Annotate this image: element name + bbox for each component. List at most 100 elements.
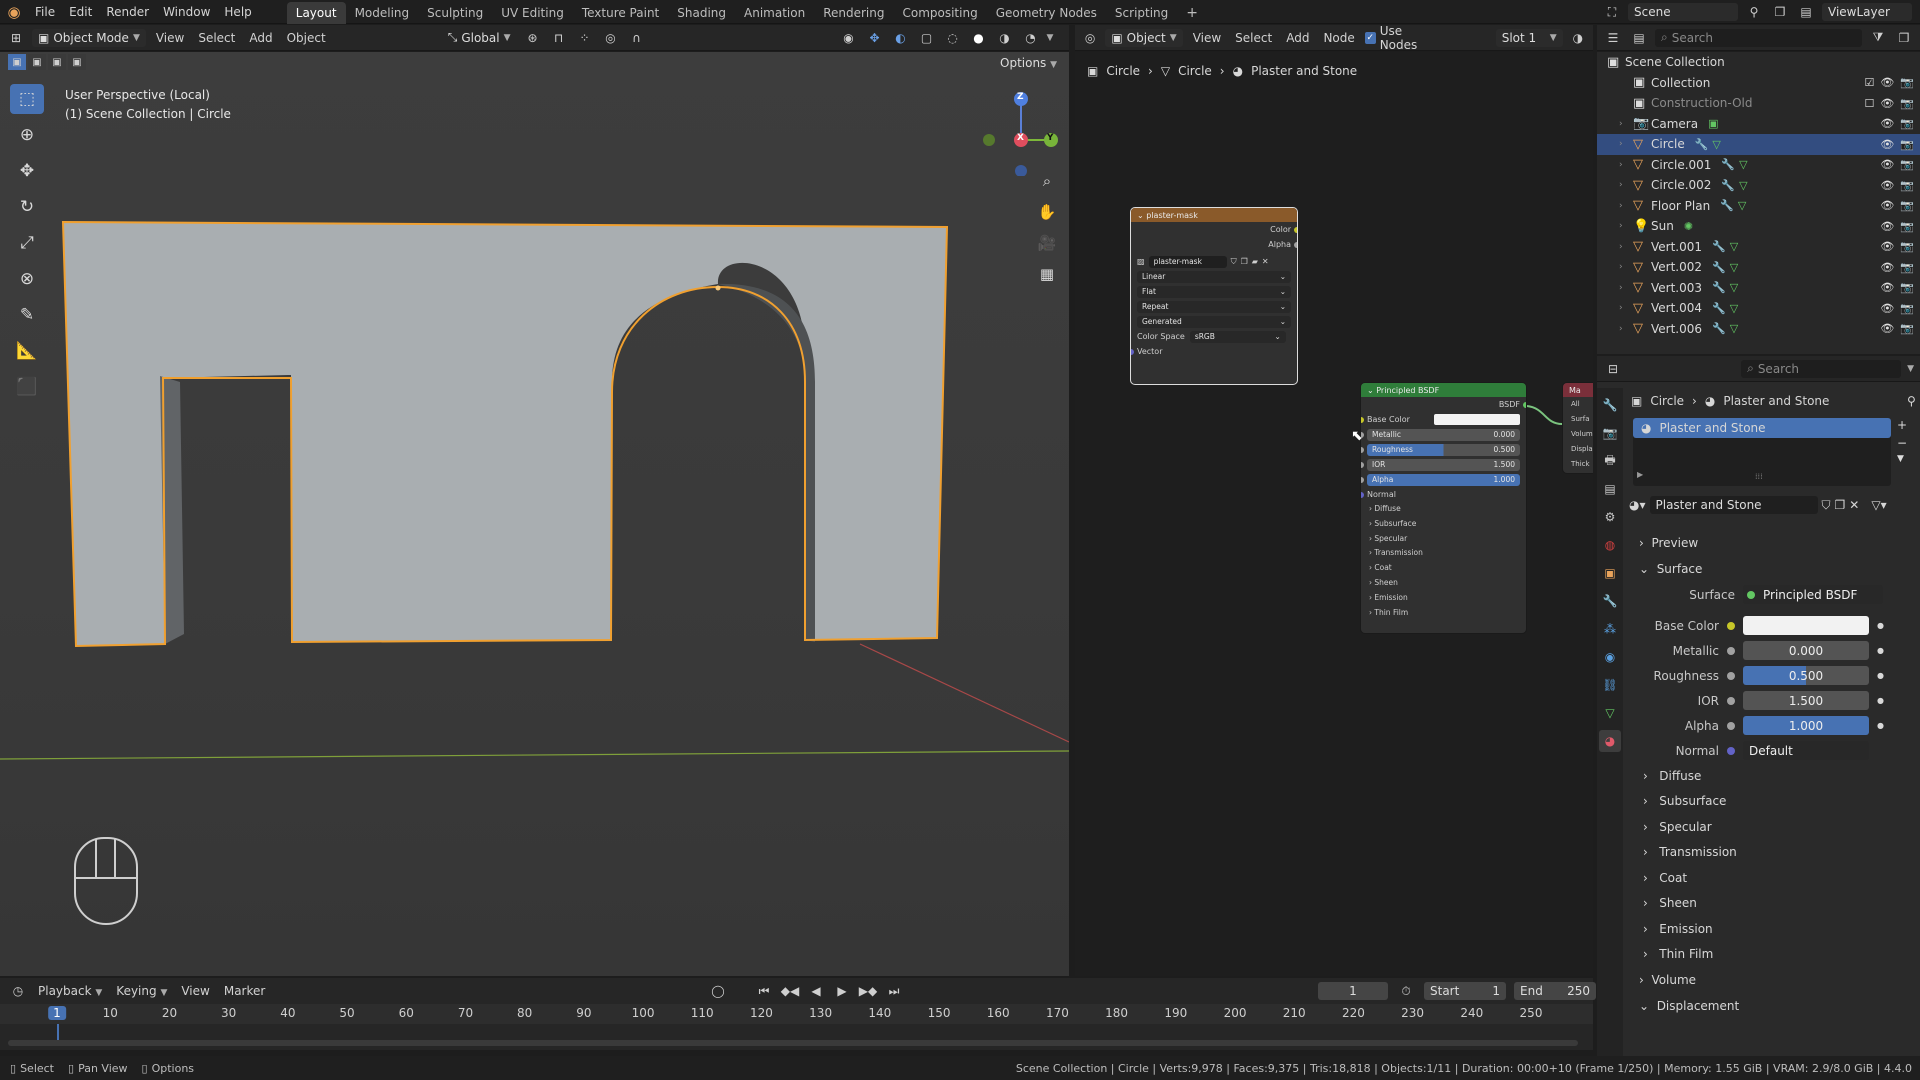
base-color-swatch[interactable] — [1743, 616, 1869, 635]
outliner-item[interactable]: › ▽ Circle 🔧 ▽ 👁 📷 — [1597, 134, 1920, 155]
new-scene-icon[interactable]: ❐ — [1770, 3, 1790, 21]
socket-icon[interactable] — [1727, 696, 1735, 705]
link-mode-icon[interactable]: ▽▾ — [1871, 498, 1886, 512]
node-menu-select[interactable]: Select — [1231, 31, 1276, 45]
filter-icon[interactable]: ⧩ — [1868, 29, 1888, 47]
editor-type-icon[interactable]: ⊞ — [6, 29, 26, 47]
eye-icon[interactable]: 👁 — [1880, 302, 1894, 315]
modifier-wrench-icon[interactable]: 🔧 — [1695, 138, 1709, 151]
modifier-wrench-icon[interactable]: 🔧 — [1712, 281, 1726, 294]
numeric-field[interactable]: 1.500 — [1743, 691, 1869, 710]
bsdf-section-emission[interactable]: › Emission — [1369, 591, 1526, 606]
outliner-item[interactable]: › ▽ Vert.006 🔧 ▽ 👁 📷 — [1597, 319, 1920, 340]
exclude-checkbox-icon[interactable]: ☐ — [1864, 97, 1874, 110]
camera-render-icon[interactable]: 📷 — [1900, 199, 1914, 212]
node-editor[interactable]: ▣ Circle › ▽ Circle › ◕ Plaster and Ston… — [1075, 52, 1593, 976]
eye-icon[interactable]: 👁 — [1880, 138, 1894, 151]
expand-arrow-icon[interactable]: › — [1619, 139, 1633, 149]
socket-icon[interactable] — [1727, 746, 1735, 755]
keyframe-dot-icon[interactable]: ● — [1877, 721, 1884, 730]
tab-texture-paint[interactable]: Texture Paint — [573, 2, 668, 24]
tab-geometry-nodes[interactable]: Geometry Nodes — [987, 2, 1106, 24]
bsdf-ior-field[interactable]: IOR 1.500 — [1367, 458, 1520, 471]
normal-field[interactable]: Default — [1743, 741, 1869, 760]
breadcrumb-material[interactable]: Plaster and Stone — [1723, 394, 1829, 408]
outliner-item[interactable]: › ▽ Vert.001 🔧 ▽ 👁 📷 — [1597, 237, 1920, 258]
current-frame-field[interactable]: 1 — [1318, 982, 1388, 1000]
shader-type-dropdown[interactable]: ▣ Object ▼ — [1105, 28, 1183, 47]
select-intersect-icon[interactable]: ▣ — [68, 54, 86, 70]
outliner-search[interactable]: ⌕ Search — [1655, 28, 1862, 47]
data-tab-icon[interactable]: ▽ — [1599, 702, 1621, 724]
expand-arrow-icon[interactable]: › — [1619, 262, 1633, 272]
expand-arrow-icon[interactable]: › — [1619, 324, 1633, 334]
bsdf-section-transmission[interactable]: › Transmission — [1369, 546, 1526, 561]
new-collection-icon[interactable]: ❐ — [1894, 29, 1914, 47]
keyframe-dot-icon[interactable]: ● — [1877, 621, 1884, 630]
viewlayer-field[interactable]: ViewLayer — [1822, 3, 1912, 21]
eye-icon[interactable]: 👁 — [1880, 97, 1894, 110]
scale-tool[interactable]: ⤢ — [10, 228, 44, 258]
material-tab-icon[interactable]: ◕ — [1599, 730, 1621, 752]
particles-tab-icon[interactable]: ⁂ — [1599, 618, 1621, 640]
surface-subsection[interactable]: › Diffuse — [1625, 763, 1918, 789]
camera-render-icon[interactable]: 📷 — [1900, 158, 1914, 171]
scene-tab-icon[interactable]: ⚙ — [1599, 506, 1621, 528]
viewport-menu-select[interactable]: Select — [194, 31, 239, 45]
cursor-tool[interactable]: ⊕ — [10, 120, 44, 150]
eye-icon[interactable]: 👁 — [1880, 179, 1894, 192]
mode-dropdown[interactable]: ▣ Object Mode ▼ — [32, 28, 146, 47]
blender-logo-icon[interactable]: ◉ — [0, 3, 28, 21]
measure-tool[interactable]: 📐 — [10, 336, 44, 366]
numeric-field[interactable]: 0.500 — [1743, 666, 1869, 685]
socket-icon[interactable] — [1361, 461, 1364, 468]
bsdf-roughness-field[interactable]: Roughness 0.500 — [1367, 443, 1520, 456]
bsdf-section-diffuse[interactable]: › Diffuse — [1369, 502, 1526, 517]
timeline-type-icon[interactable]: ◷ — [8, 982, 28, 1000]
eye-icon[interactable]: 👁 — [1880, 240, 1894, 253]
material-output-node[interactable]: Ma All Surfa Volum Displa Thick — [1562, 382, 1593, 474]
mesh-data-icon[interactable]: ▽ — [1730, 240, 1738, 253]
mesh-data-icon[interactable]: ▽ — [1739, 158, 1747, 171]
tab-compositing[interactable]: Compositing — [893, 2, 986, 24]
surface-subsection[interactable]: › Specular — [1625, 814, 1918, 840]
modifier-wrench-icon[interactable]: 🔧 — [1712, 302, 1726, 315]
zoom-icon[interactable]: ⌕ — [1034, 168, 1060, 194]
move-tool[interactable]: ✥ — [10, 156, 44, 186]
add-workspace-icon[interactable]: + — [1177, 2, 1207, 24]
menu-help[interactable]: Help — [217, 0, 258, 24]
bsdf-section-thin-film[interactable]: › Thin Film — [1369, 606, 1526, 621]
eye-icon[interactable]: 👁 — [1880, 261, 1894, 274]
eye-icon[interactable]: 👁 — [1880, 281, 1894, 294]
current-frame-marker[interactable]: 1 — [48, 1006, 66, 1020]
ortho-grid-icon[interactable]: ▦ — [1034, 261, 1060, 287]
eye-icon[interactable]: 👁 — [1880, 117, 1894, 130]
xray-icon[interactable]: ▢ — [917, 29, 937, 47]
output-target[interactable]: All — [1571, 397, 1593, 412]
camera-render-icon[interactable]: 📷 — [1900, 302, 1914, 315]
material-slot-item[interactable]: ◕ Plaster and Stone — [1633, 418, 1891, 438]
numeric-field[interactable]: 0.000 — [1743, 641, 1869, 660]
timeline-scrollbar[interactable] — [8, 1040, 1578, 1046]
socket-icon[interactable] — [1361, 491, 1364, 498]
transform-orientation-dropdown[interactable]: ⤡ Global ▼ — [442, 29, 517, 47]
surface-subsection[interactable]: › Emission — [1625, 916, 1918, 942]
material-browse-icon[interactable]: ◕▾ — [1629, 498, 1646, 512]
outliner-item[interactable]: › 💡 Sun ✺ 👁 📷 — [1597, 216, 1920, 237]
menu-playback[interactable]: Playback ▼ — [34, 984, 106, 998]
rendered-shading-icon[interactable]: ◔ — [1021, 29, 1041, 47]
outliner-item[interactable]: ▣ Construction-Old ☐ 👁 📷 — [1597, 93, 1920, 114]
snap-target-icon[interactable]: ⁘ — [575, 29, 595, 47]
menu-view[interactable]: View — [177, 984, 213, 998]
mesh-data-icon[interactable]: ▽ — [1738, 199, 1746, 212]
mesh-data-icon[interactable]: ▽ — [1730, 281, 1738, 294]
properties-type-icon[interactable]: ⊟ — [1603, 360, 1623, 378]
fake-user-icon[interactable]: ⛉ — [1822, 498, 1831, 513]
rotate-tool[interactable]: ↻ — [10, 192, 44, 222]
proportional-edit-icon[interactable]: ◎ — [601, 29, 621, 47]
eye-icon[interactable]: 👁 — [1880, 76, 1894, 89]
list-resize-icon[interactable]: ⁞⁞⁞ — [1755, 472, 1763, 481]
prev-keyframe-icon[interactable]: ◆◀ — [780, 982, 800, 1000]
outliner-type-icon[interactable]: ☰ — [1603, 29, 1623, 47]
menu-window[interactable]: Window — [156, 0, 217, 24]
